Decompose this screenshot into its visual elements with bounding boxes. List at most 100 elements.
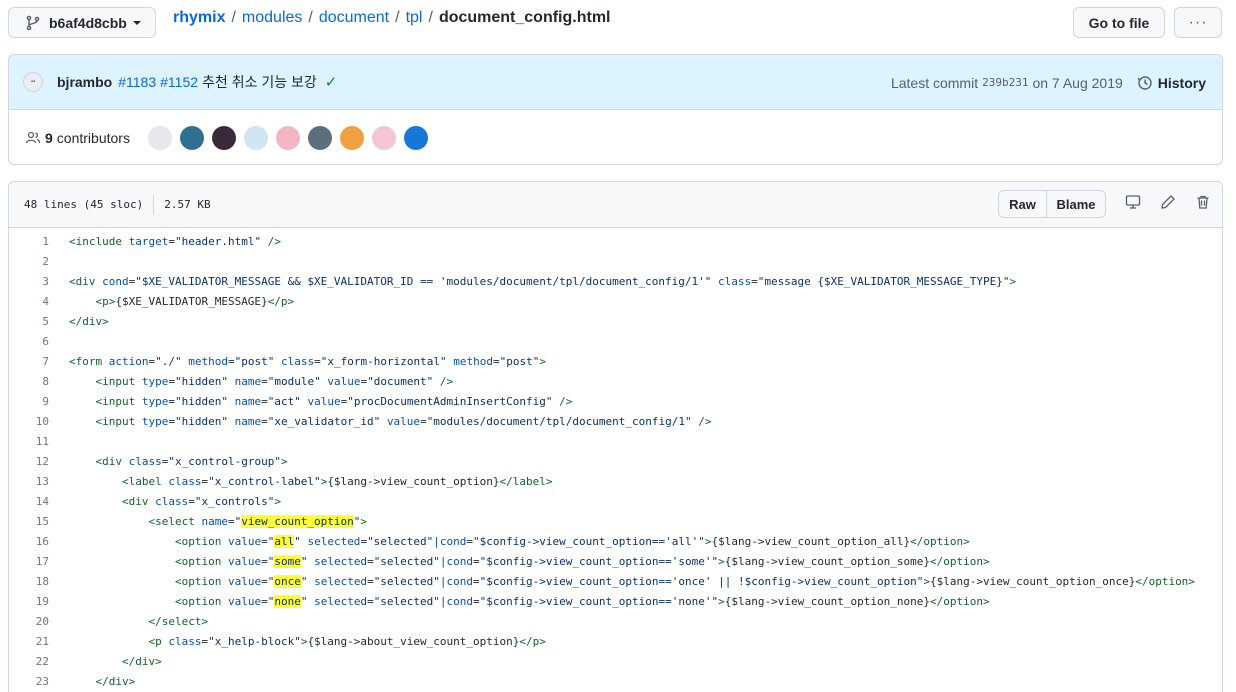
avatar[interactable] <box>307 125 332 150</box>
line-number[interactable]: 19 <box>9 595 49 608</box>
breadcrumb-separator: / <box>308 9 313 26</box>
line-number[interactable]: 16 <box>9 535 49 548</box>
branch-selector-button[interactable]: b6af4d8cbb <box>8 7 156 38</box>
contributors-label[interactable]: contributors <box>57 130 130 146</box>
more-options-button[interactable]: ··· <box>1174 7 1222 38</box>
code-content: <input type="hidden" name="module" value… <box>69 374 454 388</box>
breadcrumb-separator: / <box>428 9 433 26</box>
commit-author[interactable]: bjrambo <box>57 74 112 90</box>
breadcrumb-root[interactable]: rhymix <box>173 9 225 27</box>
top-bar: b6af4d8cbb rhymix / modules / document /… <box>0 0 1236 48</box>
line-number[interactable]: 6 <box>9 335 49 348</box>
code-line: 4 <p>{$XE_VALIDATOR_MESSAGE}</p> <box>9 291 1222 311</box>
line-number[interactable]: 3 <box>9 275 49 288</box>
line-number[interactable]: 18 <box>9 575 49 588</box>
avatar[interactable] <box>147 125 172 150</box>
line-number[interactable]: 13 <box>9 475 49 488</box>
line-number[interactable]: 2 <box>9 255 49 268</box>
line-number[interactable]: 20 <box>9 615 49 628</box>
code-content: </select> <box>69 614 209 628</box>
file-icon-actions <box>1115 194 1220 210</box>
code-content: <select name="view_count_option"> <box>69 514 368 528</box>
line-number[interactable]: 12 <box>9 455 49 468</box>
highlighted-text: some <box>274 554 301 568</box>
code-line: 12 <div class="x_control-group"> <box>9 451 1222 471</box>
line-number[interactable]: 9 <box>9 395 49 408</box>
commit-ref-link[interactable]: #1183 <box>118 74 156 90</box>
code-content: <option value="some" selected="selected"… <box>69 554 990 568</box>
latest-commit-label: Latest commit <box>890 74 979 91</box>
breadcrumb-separator: / <box>231 9 236 26</box>
breadcrumb-file: document_config.html <box>438 9 611 26</box>
code-line: 20 </select> <box>9 611 1222 631</box>
highlighted-text: once <box>274 574 301 588</box>
blame-button[interactable]: Blame <box>1047 190 1106 218</box>
raw-button[interactable]: Raw <box>998 190 1047 218</box>
trash-icon[interactable] <box>1185 194 1220 210</box>
git-branch-icon <box>26 15 40 30</box>
go-to-file-button[interactable]: Go to file <box>1073 7 1165 38</box>
code-line: 18 <option value="once" selected="select… <box>9 571 1222 591</box>
breadcrumb-part-modules[interactable]: modules <box>242 9 302 27</box>
highlighted-text: view_count_option <box>241 514 354 528</box>
line-number[interactable]: 10 <box>9 415 49 428</box>
code-content: <input type="hidden" name="act" value="p… <box>69 394 573 408</box>
code-line: 13 <label class="x_control-label">{$lang… <box>9 471 1222 491</box>
highlighted-text: none <box>274 594 301 608</box>
code-line: 14 <div class="x_controls"> <box>9 491 1222 511</box>
line-number[interactable]: 17 <box>9 555 49 568</box>
code-line: 10 <input type="hidden" name="xe_validat… <box>9 411 1222 431</box>
code-line: 19 <option value="none" selected="select… <box>9 591 1222 611</box>
breadcrumb-part-tpl[interactable]: tpl <box>406 9 423 27</box>
avatar[interactable]: ▪▪ <box>23 72 43 92</box>
pencil-icon[interactable] <box>1150 194 1185 210</box>
line-number[interactable]: 21 <box>9 635 49 648</box>
commit-message[interactable]: 추천 취소 기능 보강 <box>202 72 317 92</box>
line-number[interactable]: 1 <box>9 235 49 248</box>
desktop-icon[interactable] <box>1115 194 1150 210</box>
file-size: 2.57 KB <box>164 198 211 211</box>
file-viewer: 48 lines (45 sloc) 2.57 KB Raw Blame 1 <i… <box>8 181 1223 692</box>
line-number[interactable]: 8 <box>9 375 49 388</box>
commit-box: ▪▪ bjrambo #1183 #1152 추천 취소 기능 보강 ✓ Lat… <box>8 54 1223 165</box>
commit-ref-link[interactable]: #1152 <box>160 74 198 90</box>
line-number[interactable]: 5 <box>9 315 49 328</box>
code-line: 7 <form action="./" method="post" class="… <box>9 351 1222 371</box>
code-content: <p>{$XE_VALIDATOR_MESSAGE}</p> <box>69 294 295 308</box>
code-line: 5 </div> <box>9 311 1222 331</box>
highlighted-text: all <box>274 534 295 548</box>
code-content: <form action="./" method="post" class="x… <box>69 354 546 368</box>
avatar[interactable] <box>339 125 364 150</box>
avatar[interactable] <box>243 125 268 150</box>
avatar[interactable] <box>371 125 396 150</box>
contributors-count[interactable]: 9 <box>45 130 53 146</box>
code-view: 1 <include target="header.html" /> 2 3 <di… <box>9 228 1222 691</box>
avatar[interactable] <box>179 125 204 150</box>
code-line: 15 <select name="view_count_option"> <box>9 511 1222 531</box>
avatar[interactable] <box>275 125 300 150</box>
line-number[interactable]: 7 <box>9 355 49 368</box>
line-number[interactable]: 15 <box>9 515 49 528</box>
breadcrumb: rhymix / modules / document / tpl / docu… <box>173 9 611 27</box>
code-content: <include target="header.html" /> <box>69 234 281 248</box>
line-number[interactable]: 11 <box>9 435 49 448</box>
line-number[interactable]: 14 <box>9 495 49 508</box>
history-icon <box>1137 75 1152 90</box>
code-line: 16 <option value="all" selected="selecte… <box>9 531 1222 551</box>
commit-sha[interactable]: 239b231 <box>982 76 1028 89</box>
avatar[interactable] <box>211 125 236 150</box>
divider <box>153 194 155 215</box>
code-line: 21 <p class="x_help-block">{$lang->about… <box>9 631 1222 651</box>
code-content: <div class="x_controls"> <box>69 494 281 508</box>
contributor-avatars <box>147 125 436 150</box>
breadcrumb-part-document[interactable]: document <box>319 9 389 27</box>
code-content: </div> <box>69 314 109 328</box>
file-actions: Raw Blame <box>998 190 1106 218</box>
avatar[interactable] <box>403 125 428 150</box>
history-link[interactable]: History <box>1137 75 1206 91</box>
line-number[interactable]: 4 <box>9 295 49 308</box>
line-number[interactable]: 23 <box>9 675 49 688</box>
check-icon[interactable]: ✓ <box>325 73 338 91</box>
line-number[interactable]: 22 <box>9 655 49 668</box>
file-header: 48 lines (45 sloc) 2.57 KB Raw Blame <box>9 182 1222 228</box>
